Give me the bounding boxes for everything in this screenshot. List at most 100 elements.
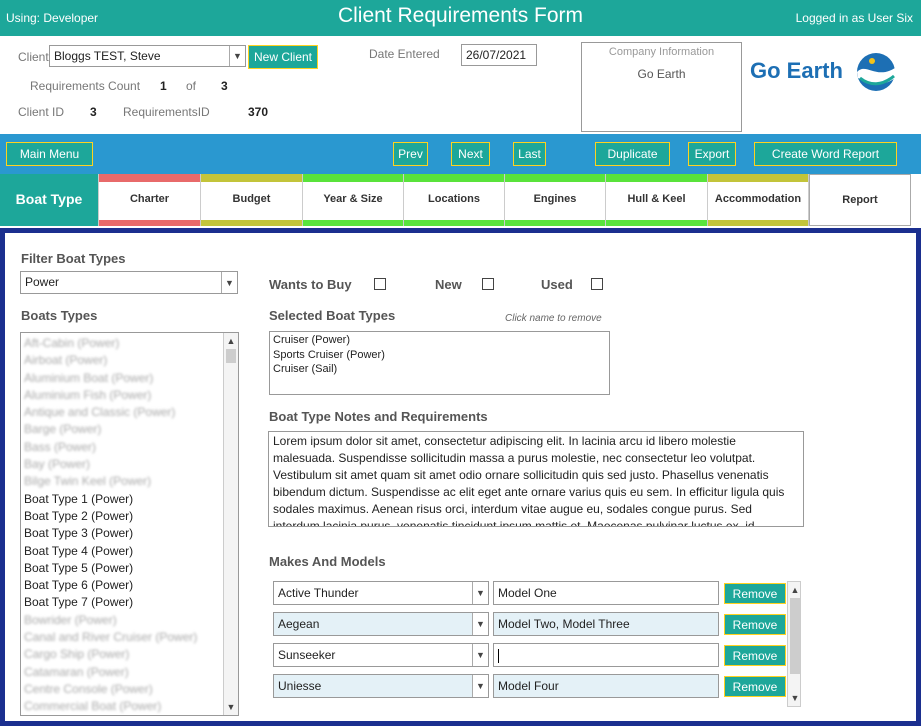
filter-boat-types-label: Filter Boat Types [21,251,126,266]
requirements-id-label: RequirementsID [123,105,210,119]
tab-label: Charter [129,193,170,205]
selected-boat-type-item[interactable]: Sports Cruiser (Power) [270,348,609,363]
chevron-down-icon[interactable]: ▼ [472,675,488,697]
last-button[interactable]: Last [513,142,546,166]
chevron-down-icon[interactable]: ▼ [221,272,237,293]
make-select[interactable]: Uniesse ▼ [273,674,489,698]
boat-type-item[interactable]: Bowrider (Power) [21,612,238,629]
make-model-row: Active Thunder ▼ Model One Remove [273,581,788,607]
make-select[interactable]: Active Thunder ▼ [273,581,489,605]
new-checkbox[interactable] [482,278,494,290]
boat-type-item[interactable]: Boat Type 1 (Power) [21,491,238,508]
boat-type-notes-textarea[interactable]: Lorem ipsum dolor sit amet, consectetur … [268,431,804,527]
selected-boat-types-list[interactable]: Cruiser (Power) Sports Cruiser (Power) C… [269,331,610,395]
scroll-thumb[interactable] [226,349,236,363]
tab-boat-type[interactable]: Boat Type [0,174,99,226]
duplicate-button[interactable]: Duplicate [595,142,670,166]
tab-budget[interactable]: Budget [201,174,303,226]
scroll-up-icon[interactable]: ▲ [788,583,802,597]
chevron-down-icon[interactable]: ▼ [472,582,488,604]
scroll-down-icon[interactable]: ▼ [224,700,238,714]
boat-type-item[interactable]: Bass (Power) [21,439,238,456]
makes-scrollbar[interactable]: ▲ ▼ [787,581,801,707]
filter-boat-types-select[interactable]: Power ▼ [20,271,238,294]
date-entered-label: Date Entered [369,47,440,61]
next-button[interactable]: Next [451,142,490,166]
remove-button[interactable]: Remove [724,676,786,697]
make-select[interactable]: Aegean ▼ [273,612,489,636]
tab-charter[interactable]: Charter [99,174,201,226]
model-field[interactable]: Model Four [493,674,719,698]
boat-types-scrollbar[interactable]: ▲ ▼ [223,333,238,715]
tab-indicator-bottom [606,220,707,226]
client-id-label: Client ID [18,105,65,119]
scroll-up-icon[interactable]: ▲ [224,334,238,348]
tab-label: Boat Type [15,191,83,207]
boat-type-item[interactable]: Antique and Classic (Power) [21,404,238,421]
new-client-button[interactable]: New Client [248,45,318,69]
tab-year-size[interactable]: Year & Size [303,174,404,226]
tab-strip: Boat Type Charter Budget Year & Size Loc… [0,174,921,226]
tab-report[interactable]: Report [809,174,911,226]
new-label: New [435,277,462,292]
company-information-box: Company Information Go Earth [581,42,742,132]
date-entered-field[interactable]: 26/07/2021 [461,44,537,66]
chevron-down-icon[interactable]: ▼ [472,613,488,635]
boat-type-item[interactable]: Boat Type 6 (Power) [21,577,238,594]
tab-accommodation[interactable]: Accommodation [708,174,809,226]
client-select[interactable]: Bloggs TEST, Steve ▼ [49,45,246,67]
click-to-remove-hint: Click name to remove [505,313,602,324]
selected-boat-type-item[interactable]: Cruiser (Power) [270,333,609,348]
make-select[interactable]: Sunseeker ▼ [273,643,489,667]
chevron-down-icon[interactable]: ▼ [472,644,488,666]
boat-type-item[interactable]: Airboat (Power) [21,352,238,369]
boat-type-item[interactable]: Catamaran (Power) [21,664,238,681]
remove-button[interactable]: Remove [724,614,786,635]
tab-label: Hull & Keel [627,193,686,205]
make-value: Uniesse [278,679,322,693]
chevron-down-icon[interactable]: ▼ [229,46,245,66]
scroll-down-icon[interactable]: ▼ [788,691,802,705]
tab-indicator-top [505,174,605,182]
remove-button[interactable]: Remove [724,583,786,604]
export-button[interactable]: Export [688,142,736,166]
boat-type-item[interactable]: Boat Type 5 (Power) [21,560,238,577]
tab-label: Locations [428,193,480,205]
globe-wave-icon [857,53,895,91]
boat-type-item[interactable]: Commercial Boat (Power) [21,698,238,715]
model-field[interactable] [493,643,719,667]
boat-type-item[interactable]: Bilge Twin Keel (Power) [21,473,238,490]
tab-indicator-top [99,174,200,182]
prev-button[interactable]: Prev [393,142,428,166]
boat-type-item[interactable]: Centre Console (Power) [21,681,238,698]
boat-types-list[interactable]: Aft-Cabin (Power) Airboat (Power) Aluminiu… [20,332,239,716]
boat-type-item[interactable]: Bay (Power) [21,456,238,473]
tab-label: Year & Size [323,193,383,205]
wants-to-buy-checkbox[interactable] [374,278,386,290]
boat-type-item[interactable]: Boat Type 2 (Power) [21,508,238,525]
tab-engines[interactable]: Engines [505,174,606,226]
used-checkbox[interactable] [591,278,603,290]
boat-type-item[interactable]: Boat Type 7 (Power) [21,594,238,611]
boat-type-item[interactable]: Barge (Power) [21,421,238,438]
selected-boat-type-item[interactable]: Cruiser (Sail) [270,362,609,377]
boat-type-item[interactable]: Boat Type 4 (Power) [21,543,238,560]
tab-label: Budget [232,193,271,205]
boat-types-label: Boats Types [21,308,98,323]
main-menu-button[interactable]: Main Menu [6,142,93,166]
model-field[interactable]: Model Two, Model Three [493,612,719,636]
create-word-report-button[interactable]: Create Word Report [754,142,897,166]
tab-locations[interactable]: Locations [404,174,505,226]
boat-type-item[interactable]: Aft-Cabin (Power) [21,335,238,352]
boat-type-item[interactable]: Boat Type 3 (Power) [21,525,238,542]
remove-button[interactable]: Remove [724,645,786,666]
scroll-thumb[interactable] [790,598,800,674]
selected-boat-types-label: Selected Boat Types [269,308,396,323]
tab-hull-keel[interactable]: Hull & Keel [606,174,708,226]
tab-indicator-bottom [99,220,200,226]
boat-type-item[interactable]: Aluminium Boat (Power) [21,370,238,387]
boat-type-item[interactable]: Aluminium Fish (Power) [21,387,238,404]
boat-type-item[interactable]: Cargo Ship (Power) [21,646,238,663]
boat-type-item[interactable]: Canal and River Cruiser (Power) [21,629,238,646]
model-field[interactable]: Model One [493,581,719,605]
